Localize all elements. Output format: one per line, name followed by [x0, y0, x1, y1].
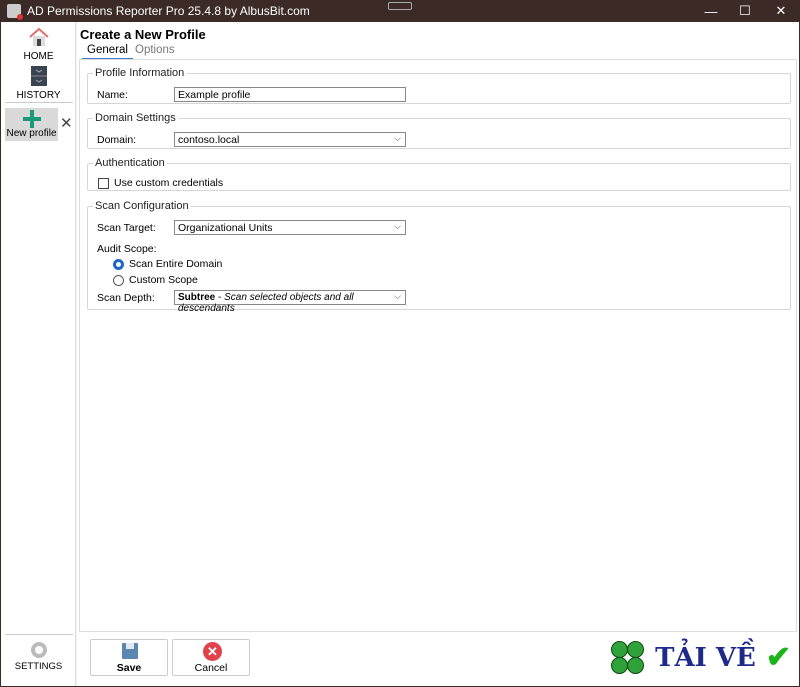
history-icon: [30, 66, 47, 86]
domain-label: Domain:: [97, 134, 137, 146]
scan-depth-value: Subtree: [178, 292, 216, 303]
scan-target-select[interactable]: Organizational Units ⌵: [174, 220, 406, 235]
cancel-icon: ✕: [203, 642, 222, 661]
tab-general[interactable]: General: [82, 44, 133, 60]
profile-information-group: Profile Information Name: Example profil…: [87, 67, 791, 104]
plus-icon: [23, 110, 41, 128]
custom-scope-radio[interactable]: [113, 275, 124, 286]
close-profile-icon[interactable]: ✕: [60, 114, 73, 132]
sidebar-item-settings[interactable]: SETTINGS: [1, 642, 76, 672]
custom-credentials-checkbox[interactable]: [98, 178, 109, 189]
separator: -: [215, 292, 225, 303]
authentication-group: Authentication Use custom credentials: [87, 157, 791, 191]
domain-select[interactable]: contoso.local ⌵: [174, 132, 406, 147]
checkmark-icon: ✔: [765, 641, 791, 674]
maximize-button[interactable]: ☐: [728, 0, 762, 22]
general-panel: Profile Information Name: Example profil…: [79, 59, 797, 632]
divider: [5, 634, 73, 635]
custom-credentials-label: Use custom credentials: [114, 177, 224, 189]
sidebar-item-label: SETTINGS: [14, 661, 63, 672]
save-label: Save: [116, 662, 142, 674]
name-label: Name:: [97, 89, 128, 101]
domain-value: contoso.local: [178, 134, 240, 146]
snap-layout-handle[interactable]: [388, 2, 412, 10]
save-icon: [122, 643, 138, 659]
custom-scope-label: Custom Scope: [129, 274, 198, 286]
main-content: Create a New Profile General Options Pro…: [77, 22, 799, 632]
name-input[interactable]: Example profile: [174, 87, 406, 102]
clover-icon: [611, 640, 645, 675]
watermark-text: TẢI VỀ: [655, 642, 756, 673]
minimize-button[interactable]: —: [694, 0, 728, 22]
save-button[interactable]: Save: [90, 639, 168, 676]
title-bar: AD Permissions Reporter Pro 25.4.8 by Al…: [0, 0, 800, 22]
scan-target-value: Organizational Units: [178, 222, 273, 234]
app-icon: [7, 4, 23, 20]
scan-configuration-group: Scan Configuration Scan Target: Organiza…: [87, 200, 791, 314]
divider: [5, 102, 73, 103]
scan-entire-domain-label: Scan Entire Domain: [129, 258, 223, 270]
cancel-label: Cancel: [194, 662, 228, 674]
scan-entire-domain-radio[interactable]: [113, 259, 124, 270]
group-legend: Authentication: [95, 157, 165, 169]
page-title: Create a New Profile: [80, 27, 206, 42]
group-legend: Profile Information: [95, 67, 185, 79]
gear-icon: [30, 642, 47, 658]
scan-target-label: Scan Target:: [97, 222, 156, 234]
sidebar-item-history[interactable]: HISTORY: [1, 65, 76, 101]
domain-settings-group: Domain Settings Domain: contoso.local ⌵: [87, 112, 791, 149]
chevron-down-icon: ⌵: [394, 291, 401, 301]
watermark-logo: TẢI VỀ ✔: [611, 640, 791, 675]
cancel-button[interactable]: ✕ Cancel: [172, 639, 250, 676]
chevron-down-icon: ⌵: [394, 133, 401, 143]
home-icon: [28, 27, 49, 46]
sidebar: HOME HISTORY New profile ✕ SETTINGS: [1, 22, 76, 686]
sidebar-item-new-profile[interactable]: New profile: [5, 108, 58, 141]
sidebar-item-label: HOME: [23, 51, 54, 62]
close-window-button[interactable]: ✕: [764, 0, 798, 22]
sidebar-item-label: New profile: [6, 128, 57, 139]
tab-options[interactable]: Options: [130, 44, 180, 58]
audit-scope-label: Audit Scope:: [97, 243, 157, 255]
chevron-down-icon: ⌵: [394, 221, 401, 231]
sidebar-item-home[interactable]: HOME: [1, 26, 76, 62]
group-legend: Scan Configuration: [95, 200, 189, 212]
footer-bar: Save ✕ Cancel TẢI VỀ ✔: [77, 632, 799, 686]
sidebar-item-label: HISTORY: [16, 90, 61, 101]
window-title: AD Permissions Reporter Pro 25.4.8 by Al…: [27, 4, 310, 18]
group-legend: Domain Settings: [95, 112, 176, 124]
scan-depth-select[interactable]: Subtree - Scan selected objects and all …: [174, 290, 406, 314]
scan-depth-label: Scan Depth:: [97, 292, 155, 304]
app-window: HOME HISTORY New profile ✕ SETTINGS Crea…: [1, 22, 799, 686]
